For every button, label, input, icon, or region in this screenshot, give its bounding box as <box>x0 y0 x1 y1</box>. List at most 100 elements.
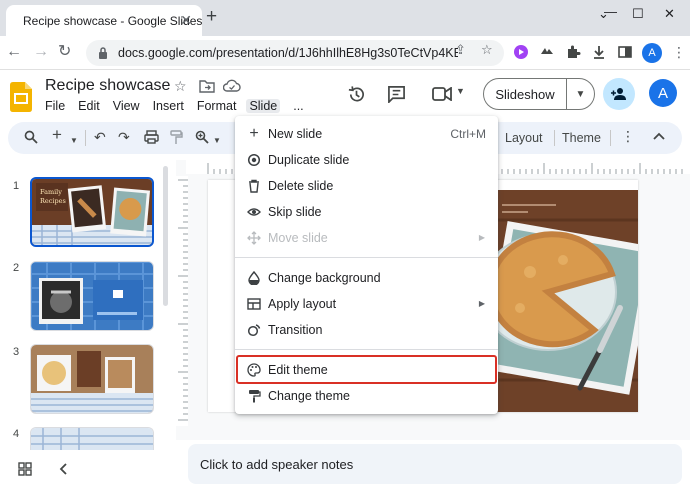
menu-item-label: Apply layout <box>268 297 337 311</box>
menu-item-label: Skip slide <box>268 205 322 219</box>
slide-2-preview <box>31 262 153 330</box>
menu-item-move-slide: Move slide ▶ <box>235 225 498 251</box>
slides-header: Recipe showcase ☆ File Edit View Insert … <box>0 70 690 118</box>
layout-button[interactable]: Layout <box>505 131 543 145</box>
menu-item-apply-layout[interactable]: Apply layout ▶ <box>235 291 498 317</box>
new-slide-caret-icon[interactable]: ▼ <box>70 133 78 149</box>
account-avatar[interactable]: A <box>649 79 677 107</box>
zoom-caret-icon[interactable]: ▼ <box>213 133 221 149</box>
lock-icon <box>99 47 107 59</box>
menubar: File Edit View Insert Format Slide ... <box>45 99 317 113</box>
collapse-filmstrip-chevron-left-icon[interactable] <box>59 463 67 475</box>
browser-tab-title: Recipe showcase - Google Slides <box>23 13 203 28</box>
collapse-toolbar-chevron-up-icon[interactable] <box>653 132 665 140</box>
browser-profile-avatar[interactable]: A <box>642 43 662 63</box>
menu-item-duplicate-slide[interactable]: Duplicate slide <box>235 147 498 173</box>
slide-thumbnail-3[interactable] <box>30 344 154 414</box>
menu-item-label: Delete slide <box>268 179 334 193</box>
grid-view-icon[interactable] <box>18 462 32 476</box>
menu-item-label: Move slide <box>268 231 328 245</box>
share-page-icon[interactable]: ⇪ <box>455 42 466 58</box>
menu-item-label: New slide <box>268 127 323 141</box>
zoom-icon[interactable] <box>195 130 209 144</box>
palette-icon <box>247 363 261 377</box>
slide-thumbnail-2[interactable] <box>30 261 154 331</box>
slide-1-preview: Family Recipes <box>32 179 152 245</box>
menu-item-change-background[interactable]: Change background <box>235 265 498 291</box>
slide-number: 3 <box>13 346 20 358</box>
slideshow-options-caret-icon[interactable]: ▼ <box>567 89 594 100</box>
slideshow-button[interactable]: Slideshow ▼ <box>483 78 595 110</box>
bookmark-star-icon[interactable]: ☆ <box>481 42 493 58</box>
slide-thumbnail-1[interactable]: Family Recipes <box>30 177 154 247</box>
new-slide-plus-icon[interactable]: + <box>52 126 62 143</box>
window-close-icon[interactable]: ✕ <box>664 6 675 22</box>
menu-divider <box>235 257 498 258</box>
menu-divider <box>235 349 498 350</box>
menu-view[interactable]: View <box>113 99 140 113</box>
omnibox[interactable]: docs.google.com/presentation/d/1J6hhIlhE… <box>86 40 504 66</box>
minimize-icon[interactable]: — <box>604 4 617 19</box>
version-history-icon[interactable] <box>347 85 366 104</box>
slide-thumbnail-4[interactable] <box>30 427 154 450</box>
toolbar-more-icon[interactable]: ⋮ <box>621 128 635 144</box>
speaker-notes-field[interactable]: Click to add speaker notes <box>188 444 682 484</box>
slides-logo-icon[interactable] <box>10 82 32 112</box>
new-tab-icon[interactable]: + <box>206 7 217 27</box>
menu-item-transition[interactable]: Transition <box>235 317 498 343</box>
slide-number: 2 <box>13 262 20 274</box>
browser-kebab-icon[interactable]: ⋮ <box>672 44 686 61</box>
meet-caret-icon[interactable]: ▼ <box>456 86 465 96</box>
plus-icon: + <box>249 125 259 142</box>
layout-icon <box>247 298 261 310</box>
theme-button[interactable]: Theme <box>562 131 601 145</box>
menu-item-shortcut: Ctrl+M <box>450 127 486 141</box>
menu-item-label: Edit theme <box>268 363 328 377</box>
submenu-arrow-icon: ▶ <box>478 299 485 308</box>
menu-insert[interactable]: Insert <box>153 99 184 113</box>
trash-icon <box>249 179 259 193</box>
forward-icon[interactable]: → <box>33 43 49 61</box>
menu-edit[interactable]: Edit <box>78 99 100 113</box>
download-icon[interactable] <box>591 44 607 60</box>
comments-icon[interactable] <box>387 85 406 103</box>
cloud-saved-icon[interactable] <box>223 79 241 93</box>
browser-tab[interactable]: Recipe showcase - Google Slides ✕ <box>6 5 202 36</box>
sidebar-icon[interactable] <box>617 44 633 60</box>
extension-play-icon[interactable] <box>513 44 529 60</box>
filmstrip-scrollbar[interactable] <box>163 166 168 306</box>
share-button[interactable] <box>603 78 635 110</box>
search-menus-icon[interactable] <box>24 130 38 144</box>
slide-number: 1 <box>13 180 20 192</box>
reload-icon[interactable]: ↻ <box>58 43 71 61</box>
star-icon[interactable]: ☆ <box>174 78 187 95</box>
menu-format[interactable]: Format <box>197 99 237 113</box>
slide-3-preview <box>31 345 153 413</box>
menu-file[interactable]: File <box>45 99 65 113</box>
menu-item-new-slide[interactable]: + New slide Ctrl+M <box>235 121 498 147</box>
menu-item-label: Change theme <box>268 389 351 403</box>
slide-4-preview <box>31 428 153 450</box>
extension-icon[interactable] <box>539 44 555 60</box>
menu-item-delete-slide[interactable]: Delete slide <box>235 173 498 199</box>
meet-video-icon[interactable] <box>432 87 452 101</box>
extensions-puzzle-icon[interactable] <box>565 44 581 60</box>
menu-item-edit-theme[interactable]: Edit theme <box>235 357 498 383</box>
maximize-icon[interactable]: ☐ <box>632 6 644 22</box>
paint-format-icon[interactable] <box>170 130 183 145</box>
document-title[interactable]: Recipe showcase <box>45 77 170 95</box>
menu-item-change-theme[interactable]: Change theme <box>235 383 498 409</box>
tab-close-icon[interactable]: ✕ <box>180 12 192 29</box>
menu-item-label: Duplicate slide <box>268 153 350 167</box>
menu-more[interactable]: ... <box>293 99 303 113</box>
redo-icon[interactable]: ↷ <box>118 129 130 145</box>
menu-item-skip-slide[interactable]: Skip slide <box>235 199 498 225</box>
menu-slide[interactable]: Slide <box>246 99 281 113</box>
vertical-ruler[interactable] <box>176 176 188 426</box>
back-icon[interactable]: ← <box>6 43 22 61</box>
toolbar-separator <box>610 130 611 146</box>
print-icon[interactable] <box>144 130 159 144</box>
undo-icon[interactable]: ↶ <box>94 129 106 145</box>
move-folder-icon[interactable] <box>199 79 215 93</box>
move-icon <box>247 231 261 245</box>
